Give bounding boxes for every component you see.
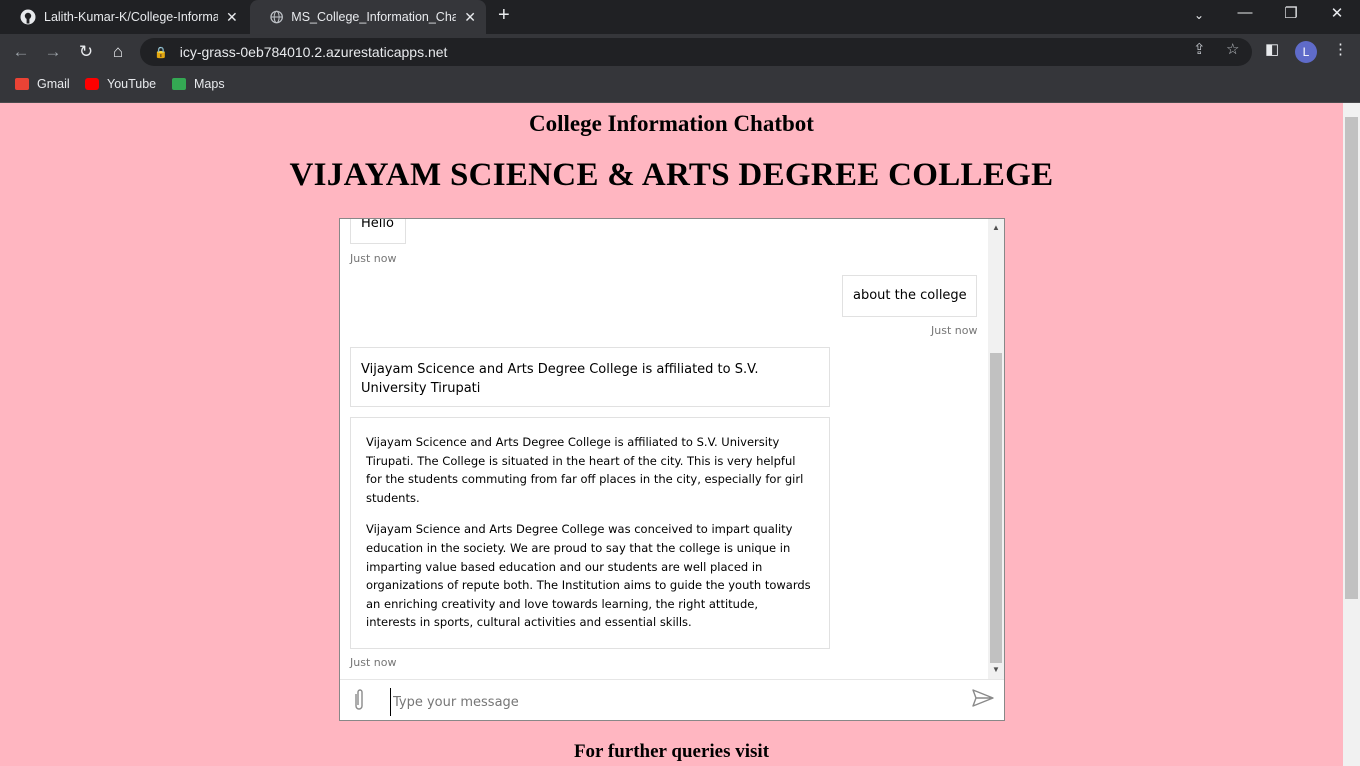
new-tab-icon[interactable]: + [498, 4, 510, 27]
bookmark-maps[interactable]: Maps [172, 77, 225, 91]
url-text: icy-grass-0eb784010.2.azurestaticapps.ne… [179, 44, 448, 60]
bookmark-label: Maps [194, 77, 225, 91]
forward-icon[interactable]: → [42, 42, 64, 62]
minimize-icon[interactable]: — [1230, 4, 1260, 21]
menu-icon[interactable]: ⋮ [1333, 40, 1348, 58]
share-icon[interactable]: ⇪ [1193, 40, 1206, 58]
attachment-icon[interactable] [352, 688, 366, 718]
tab-title: MS_College_Information_Chatbot [291, 10, 457, 24]
maps-icon [172, 78, 186, 90]
message-timestamp: Just now [350, 656, 397, 669]
tab-search-icon[interactable]: ⌄ [1184, 8, 1214, 22]
message-input[interactable] [390, 688, 955, 716]
scrollbar-thumb[interactable] [990, 353, 1002, 663]
restore-icon[interactable]: ❐ [1276, 4, 1306, 22]
tab-title: Lalith-Kumar-K/College-Informat [44, 10, 218, 24]
home-icon[interactable]: ⌂ [107, 42, 129, 62]
bot-message-bubble: Vijayam Scicence and Arts Degree College… [350, 417, 830, 649]
globe-icon [270, 10, 283, 24]
user-message-bubble: about the college [842, 275, 977, 317]
bookmark-label: Gmail [37, 77, 70, 91]
back-icon[interactable]: ← [10, 42, 32, 62]
bookmark-label: YouTube [107, 77, 157, 91]
message-paragraph: Vijayam Science and Arts Degree College … [366, 522, 811, 630]
bot-message-bubble: Vijayam Scicence and Arts Degree College… [350, 347, 830, 407]
page-title: VIJAYAM SCIENCE & ARTS DEGREE COLLEGE [289, 157, 1054, 193]
send-box [340, 679, 1004, 720]
tab-chatbot[interactable]: MS_College_Information_Chatbot ✕ [250, 0, 486, 34]
close-tab-icon[interactable]: ✕ [226, 9, 238, 26]
webchat-container: Hello Just now about the college Just no… [339, 218, 1005, 721]
side-panel-icon[interactable]: ◧ [1265, 40, 1279, 58]
github-icon [20, 9, 36, 25]
message-timestamp: Just now [350, 252, 397, 265]
page-subtitle: College Information Chatbot [529, 111, 814, 136]
bookmark-gmail[interactable]: Gmail [15, 77, 70, 91]
chat-transcript[interactable]: Hello Just now about the college Just no… [340, 219, 988, 679]
page-scrollbar-thumb[interactable] [1345, 117, 1358, 599]
page-content: College Information Chatbot VIJAYAM SCIE… [0, 103, 1343, 766]
send-icon[interactable] [972, 688, 994, 713]
close-window-icon[interactable]: ✕ [1322, 4, 1352, 22]
bookmark-star-icon[interactable]: ☆ [1226, 40, 1239, 58]
further-queries-text: For further queries visit [573, 741, 770, 762]
bot-message-bubble: Hello [350, 219, 406, 244]
lock-icon[interactable]: 🔒 [154, 46, 168, 59]
gmail-icon [15, 78, 29, 90]
youtube-icon [85, 78, 99, 90]
message-timestamp: Just now [931, 324, 978, 337]
address-bar[interactable]: 🔒 icy-grass-0eb784010.2.azurestaticapps.… [140, 38, 1252, 66]
bookmarks-bar: Gmail YouTube Maps [0, 70, 1360, 103]
reload-icon[interactable]: ↻ [75, 42, 97, 62]
browser-toolbar: ← → ↻ ⌂ 🔒 icy-grass-0eb784010.2.azuresta… [0, 34, 1360, 70]
close-tab-icon[interactable]: ✕ [464, 9, 476, 26]
scroll-down-icon[interactable]: ▼ [990, 665, 1002, 674]
profile-avatar[interactable]: L [1295, 41, 1317, 63]
tab-github[interactable]: Lalith-Kumar-K/College-Informat ✕ [0, 0, 250, 34]
tab-bar: Lalith-Kumar-K/College-Informat ✕ MS_Col… [0, 0, 1360, 34]
bookmark-youtube[interactable]: YouTube [85, 77, 156, 91]
scroll-up-icon[interactable]: ▲ [990, 223, 1002, 232]
message-paragraph: Vijayam Scicence and Arts Degree College… [366, 435, 804, 505]
